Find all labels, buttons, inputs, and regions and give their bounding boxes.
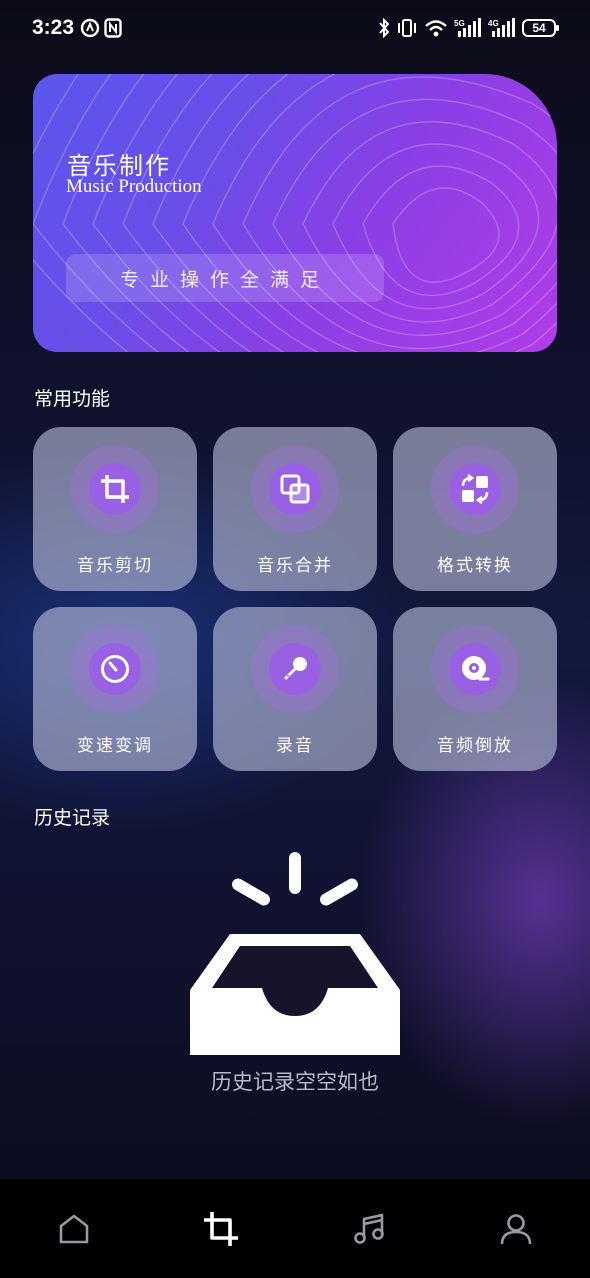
function-label: 音频倒放 [437,736,513,756]
banner-subtitle: Music Production [66,176,202,197]
function-label: 音乐剪切 [77,556,153,576]
section-title-history: 历史记录 [34,803,126,831]
icon-halo [251,445,339,533]
hero-banner[interactable]: 音乐制作 Music Production 专业操作全满足 [33,74,557,352]
signal-5g-icon: 5G [454,18,481,37]
crop-icon [204,1211,238,1246]
tab-home[interactable] [34,1179,114,1278]
notification-icon [80,18,100,38]
function-label: 格式转换 [437,556,513,576]
home-icon [59,1214,89,1243]
svg-text:5G: 5G [454,19,465,28]
section-title-common-text: 常用功能 [34,388,111,410]
bluetooth-icon [379,18,390,38]
music-note-icon [354,1213,384,1244]
svg-text:4G: 4G [488,19,499,28]
status-right-icons: 5G 4G 54 [378,18,559,38]
wifi-icon [425,20,447,37]
icon-halo [71,625,159,713]
icon-halo [251,625,339,713]
wave-pattern-decoration [33,74,557,352]
function-label: 音乐合并 [257,556,333,576]
vibrate-icon [398,19,416,37]
tab-profile[interactable] [476,1179,556,1278]
function-tile-record[interactable]: 录音 [213,607,377,771]
user-icon [500,1213,532,1244]
function-tile-music-merge[interactable]: 音乐合并 [213,427,377,591]
history-empty-text: 历史记录空空如也 [211,1070,379,1094]
signal-4g-icon: 4G [488,18,515,37]
function-label: 变速变调 [77,736,153,756]
function-tile-format-convert[interactable]: 格式转换 [393,427,557,591]
status-left-icons [80,18,122,38]
disc-reverse-icon [462,656,490,681]
status-time: 3:23 [32,16,75,39]
function-tile-speed-pitch[interactable]: 变速变调 [33,607,197,771]
battery-indicator: 54 [522,19,559,37]
section-title-common: 常用功能 [34,384,126,412]
function-tile-audio-reverse[interactable]: 音频倒放 [393,607,557,771]
convert-icon [461,473,489,505]
icon-halo [71,445,159,533]
bottom-tab-bar [0,1179,590,1278]
banner-slogan-pill: 专业操作全满足 [66,254,384,302]
function-label: 录音 [276,736,314,756]
microphone-icon [284,657,307,680]
status-bar: 3:23 5G 4G 54 [0,0,590,60]
icon-halo [431,625,519,713]
function-grid: 音乐剪切 音乐合并 格式转换 变速变调 录音 音频倒放 [33,427,557,771]
tab-music[interactable] [329,1179,409,1278]
icon-halo [431,445,519,533]
function-tile-music-cut[interactable]: 音乐剪切 [33,427,197,591]
merge-icon [280,474,310,504]
tab-edit[interactable] [181,1179,261,1278]
speed-dial-icon [101,655,129,683]
section-title-history-text: 历史记录 [34,807,111,829]
nfc-icon [104,18,122,38]
crop-icon [101,475,129,503]
empty-inbox-icon [190,852,400,1055]
